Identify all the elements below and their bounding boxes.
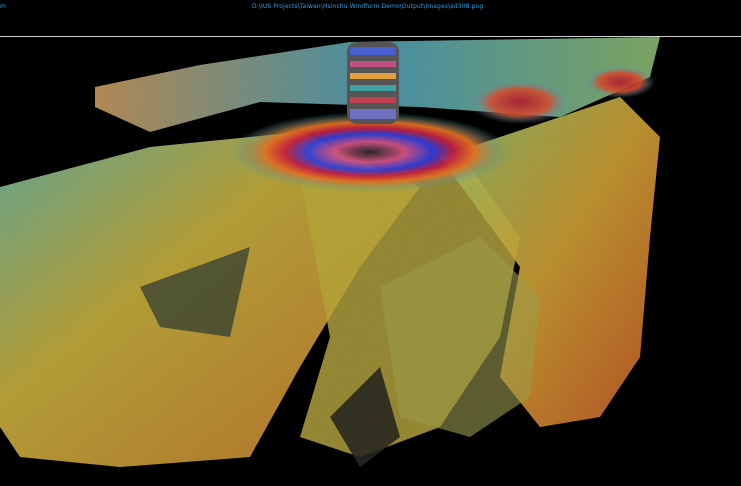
3d-viewport[interactable] xyxy=(0,37,741,486)
monopile xyxy=(347,42,399,124)
app-name-fragment: m xyxy=(0,3,6,10)
seabed-render xyxy=(0,37,660,467)
title-bar: m D:\IUS Projects\Taiwan\Hsinchu Windfar… xyxy=(0,0,741,36)
compass-navigation-icon[interactable] xyxy=(705,48,741,84)
file-path-title: D:\IUS Projects\Taiwan\Hsinchu Windfarm … xyxy=(252,3,484,10)
